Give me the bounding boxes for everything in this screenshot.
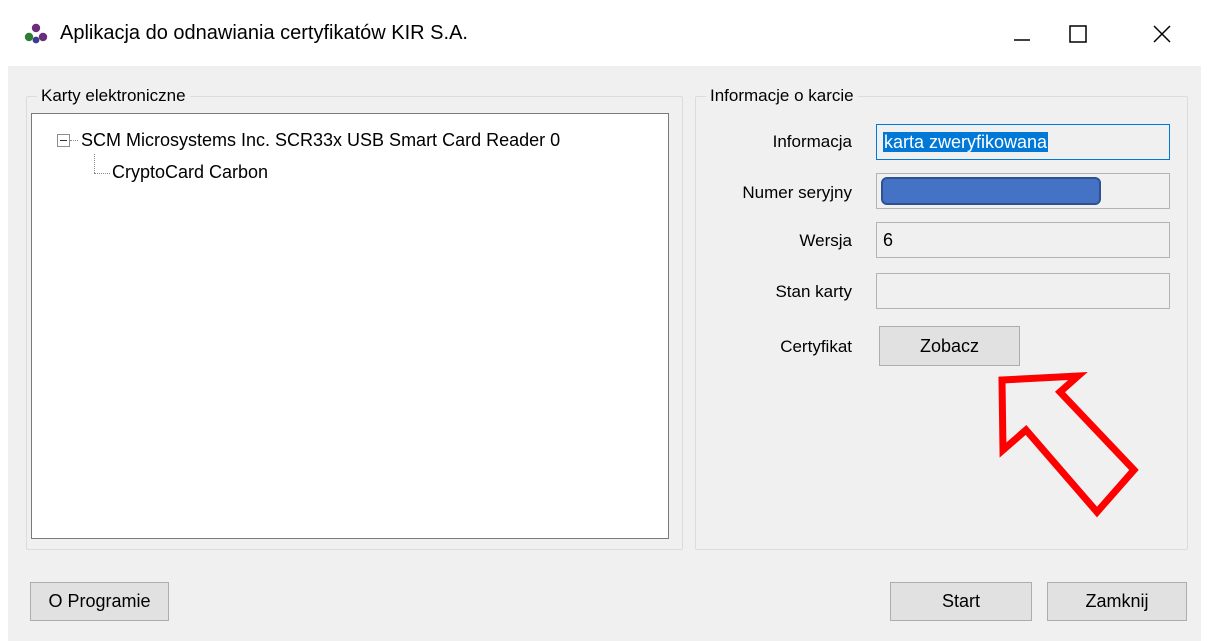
- tree-connector: [94, 173, 110, 174]
- tree-node-card[interactable]: CryptoCard Carbon: [112, 161, 268, 183]
- version-field[interactable]: 6: [876, 222, 1170, 258]
- collapse-toggle-icon[interactable]: [57, 134, 70, 147]
- minimize-icon: [1014, 39, 1030, 41]
- kir-logo-icon: [24, 23, 48, 44]
- start-button[interactable]: Start: [890, 582, 1032, 621]
- certificate-label: Certyfikat: [780, 337, 852, 356]
- maximize-button[interactable]: [1052, 14, 1104, 54]
- window-title: Aplikacja do odnawiania certyfikatów KIR…: [60, 22, 468, 44]
- card-state-field[interactable]: [876, 273, 1170, 309]
- information-field[interactable]: karta zweryfikowana: [876, 124, 1170, 160]
- maximize-icon: [1069, 25, 1087, 43]
- about-button[interactable]: O Programie: [30, 582, 169, 621]
- serial-number-label: Numer seryjny: [742, 183, 852, 202]
- information-value: karta zweryfikowana: [883, 132, 1049, 152]
- view-certificate-button[interactable]: Zobacz: [879, 326, 1020, 366]
- close-icon: [1153, 25, 1171, 43]
- serial-number-field[interactable]: [876, 173, 1170, 209]
- version-value: 6: [883, 230, 894, 250]
- annotation-arrow-icon: [998, 371, 1139, 518]
- title-bar[interactable]: Aplikacja do odnawiania certyfikatów KIR…: [0, 0, 1209, 66]
- cards-tree[interactable]: SCM Microsystems Inc. SCR33x USB Smart C…: [31, 113, 669, 539]
- tree-connector: [70, 140, 78, 141]
- tree-connector: [94, 154, 95, 173]
- version-label: Wersja: [799, 231, 852, 250]
- card-state-label: Stan karty: [775, 282, 852, 301]
- card-info-groupbox-title: Informacje o karcie: [706, 85, 858, 107]
- close-button[interactable]: Zamknij: [1047, 582, 1187, 621]
- information-label: Informacja: [772, 132, 852, 151]
- tree-node-reader[interactable]: SCM Microsystems Inc. SCR33x USB Smart C…: [81, 129, 560, 151]
- close-window-button[interactable]: [1136, 14, 1188, 54]
- minimize-button[interactable]: [996, 14, 1048, 54]
- cards-groupbox-title: Karty elektroniczne: [37, 85, 190, 107]
- redaction-mask: [881, 177, 1101, 205]
